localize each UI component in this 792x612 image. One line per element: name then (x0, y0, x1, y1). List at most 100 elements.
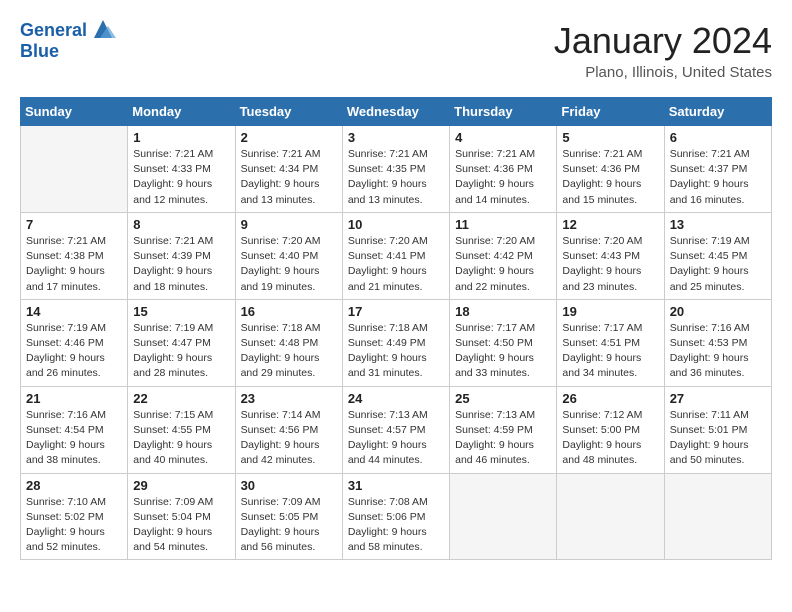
day-number: 4 (455, 130, 551, 145)
calendar-cell: 28Sunrise: 7:10 AMSunset: 5:02 PMDayligh… (21, 473, 128, 560)
day-info: Sunrise: 7:21 AMSunset: 4:36 PMDaylight:… (562, 147, 658, 208)
day-number: 3 (348, 130, 444, 145)
calendar-body: 1 Sunrise: 7:21 AMSunset: 4:33 PMDaylight… (21, 126, 772, 560)
day-number: 5 (562, 130, 658, 145)
weekday-sunday: Sunday (21, 98, 128, 126)
day-info: Sunrise: 7:15 AMSunset: 4:55 PMDaylight:… (133, 408, 229, 469)
day-number: 28 (26, 478, 122, 493)
logo-blue: Blue (20, 42, 116, 62)
calendar-cell (21, 126, 128, 213)
calendar-cell: 14 Sunrise: 7:19 AMSunset: 4:46 PMDayligh… (21, 299, 128, 386)
calendar-cell (450, 473, 557, 560)
day-info: Sunrise: 7:09 AMSunset: 5:05 PMDaylight:… (241, 495, 337, 556)
calendar-cell: 2Sunrise: 7:21 AMSunset: 4:34 PMDaylight… (235, 126, 342, 213)
day-info: Sunrise: 7:21 AMSunset: 4:35 PMDaylight:… (348, 147, 444, 208)
calendar-cell: 16Sunrise: 7:18 AMSunset: 4:48 PMDayligh… (235, 299, 342, 386)
day-number: 23 (241, 391, 337, 406)
day-info: Sunrise: 7:21 AMSunset: 4:39 PMDaylight:… (133, 234, 229, 295)
day-number: 1 (133, 130, 229, 145)
calendar-cell: 9 Sunrise: 7:20 AMSunset: 4:40 PMDaylight… (235, 212, 342, 299)
week-row-2: 7 Sunrise: 7:21 AMSunset: 4:38 PMDaylight… (21, 212, 772, 299)
week-row-1: 1 Sunrise: 7:21 AMSunset: 4:33 PMDaylight… (21, 126, 772, 213)
calendar-cell: 25 Sunrise: 7:13 AMSunset: 4:59 PMDayligh… (450, 386, 557, 473)
day-number: 6 (670, 130, 766, 145)
day-info: Sunrise: 7:18 AMSunset: 4:49 PMDaylight:… (348, 321, 444, 382)
day-number: 9 (241, 217, 337, 232)
calendar-cell: 11Sunrise: 7:20 AMSunset: 4:42 PMDayligh… (450, 212, 557, 299)
weekday-monday: Monday (128, 98, 235, 126)
day-info: Sunrise: 7:21 AMSunset: 4:38 PMDaylight:… (26, 234, 122, 295)
day-number: 11 (455, 217, 551, 232)
day-info: Sunrise: 7:20 AMSunset: 4:41 PMDaylight:… (348, 234, 444, 295)
calendar-cell: 17 Sunrise: 7:18 AMSunset: 4:49 PMDayligh… (342, 299, 449, 386)
calendar-cell: 4Sunrise: 7:21 AMSunset: 4:36 PMDaylight… (450, 126, 557, 213)
day-info: Sunrise: 7:13 AMSunset: 4:57 PMDaylight:… (348, 408, 444, 469)
calendar-cell: 18 Sunrise: 7:17 AMSunset: 4:50 PMDayligh… (450, 299, 557, 386)
week-row-3: 14 Sunrise: 7:19 AMSunset: 4:46 PMDayligh… (21, 299, 772, 386)
day-info: Sunrise: 7:12 AMSunset: 5:00 PMDaylight:… (562, 408, 658, 469)
weekday-friday: Friday (557, 98, 664, 126)
day-info: Sunrise: 7:19 AMSunset: 4:45 PMDaylight:… (670, 234, 766, 295)
week-row-4: 21Sunrise: 7:16 AMSunset: 4:54 PMDayligh… (21, 386, 772, 473)
day-info: Sunrise: 7:14 AMSunset: 4:56 PMDaylight:… (241, 408, 337, 469)
calendar-cell (664, 473, 771, 560)
day-number: 30 (241, 478, 337, 493)
calendar-cell: 1 Sunrise: 7:21 AMSunset: 4:33 PMDaylight… (128, 126, 235, 213)
calendar-cell: 15Sunrise: 7:19 AMSunset: 4:47 PMDayligh… (128, 299, 235, 386)
calendar-cell: 13 Sunrise: 7:19 AMSunset: 4:45 PMDayligh… (664, 212, 771, 299)
calendar-cell (557, 473, 664, 560)
day-number: 27 (670, 391, 766, 406)
title-block: January 2024 Plano, Illinois, United Sta… (554, 20, 772, 81)
day-info: Sunrise: 7:19 AMSunset: 4:47 PMDaylight:… (133, 321, 229, 382)
calendar-cell: 19Sunrise: 7:17 AMSunset: 4:51 PMDayligh… (557, 299, 664, 386)
day-info: Sunrise: 7:17 AMSunset: 4:50 PMDaylight:… (455, 321, 551, 382)
day-number: 29 (133, 478, 229, 493)
calendar-cell: 29 Sunrise: 7:09 AMSunset: 5:04 PMDayligh… (128, 473, 235, 560)
day-number: 25 (455, 391, 551, 406)
day-info: Sunrise: 7:16 AMSunset: 4:53 PMDaylight:… (670, 321, 766, 382)
day-info: Sunrise: 7:09 AMSunset: 5:04 PMDaylight:… (133, 495, 229, 556)
day-number: 14 (26, 304, 122, 319)
calendar-cell: 22 Sunrise: 7:15 AMSunset: 4:55 PMDayligh… (128, 386, 235, 473)
day-number: 31 (348, 478, 444, 493)
weekday-wednesday: Wednesday (342, 98, 449, 126)
calendar-cell: 26 Sunrise: 7:12 AMSunset: 5:00 PMDayligh… (557, 386, 664, 473)
calendar-cell: 24Sunrise: 7:13 AMSunset: 4:57 PMDayligh… (342, 386, 449, 473)
calendar-cell: 20Sunrise: 7:16 AMSunset: 4:53 PMDayligh… (664, 299, 771, 386)
calendar-cell: 10Sunrise: 7:20 AMSunset: 4:41 PMDayligh… (342, 212, 449, 299)
calendar-cell: 30 Sunrise: 7:09 AMSunset: 5:05 PMDayligh… (235, 473, 342, 560)
calendar-cell: 31Sunrise: 7:08 AMSunset: 5:06 PMDayligh… (342, 473, 449, 560)
calendar-cell: 3 Sunrise: 7:21 AMSunset: 4:35 PMDaylight… (342, 126, 449, 213)
calendar-cell: 27Sunrise: 7:11 AMSunset: 5:01 PMDayligh… (664, 386, 771, 473)
day-number: 12 (562, 217, 658, 232)
day-number: 2 (241, 130, 337, 145)
day-info: Sunrise: 7:21 AMSunset: 4:37 PMDaylight:… (670, 147, 766, 208)
day-info: Sunrise: 7:18 AMSunset: 4:48 PMDaylight:… (241, 321, 337, 382)
weekday-saturday: Saturday (664, 98, 771, 126)
day-info: Sunrise: 7:16 AMSunset: 4:54 PMDaylight:… (26, 408, 122, 469)
day-number: 26 (562, 391, 658, 406)
day-number: 7 (26, 217, 122, 232)
calendar-table: SundayMondayTuesdayWednesdayThursdayFrid… (20, 97, 772, 560)
calendar-cell: 7 Sunrise: 7:21 AMSunset: 4:38 PMDaylight… (21, 212, 128, 299)
month-title: January 2024 (554, 20, 772, 62)
calendar-cell: 6 Sunrise: 7:21 AMSunset: 4:37 PMDaylight… (664, 126, 771, 213)
logo: General Blue (20, 20, 116, 62)
day-number: 22 (133, 391, 229, 406)
day-number: 19 (562, 304, 658, 319)
weekday-header-row: SundayMondayTuesdayWednesdayThursdayFrid… (21, 98, 772, 126)
day-number: 13 (670, 217, 766, 232)
week-row-5: 28Sunrise: 7:10 AMSunset: 5:02 PMDayligh… (21, 473, 772, 560)
weekday-thursday: Thursday (450, 98, 557, 126)
location: Plano, Illinois, United States (554, 64, 772, 81)
day-info: Sunrise: 7:19 AMSunset: 4:46 PMDaylight:… (26, 321, 122, 382)
day-info: Sunrise: 7:21 AMSunset: 4:33 PMDaylight:… (133, 147, 229, 208)
calendar-cell: 21Sunrise: 7:16 AMSunset: 4:54 PMDayligh… (21, 386, 128, 473)
calendar-cell: 23 Sunrise: 7:14 AMSunset: 4:56 PMDayligh… (235, 386, 342, 473)
logo-icon (90, 16, 116, 42)
day-number: 17 (348, 304, 444, 319)
day-info: Sunrise: 7:13 AMSunset: 4:59 PMDaylight:… (455, 408, 551, 469)
day-info: Sunrise: 7:20 AMSunset: 4:40 PMDaylight:… (241, 234, 337, 295)
calendar-cell: 8Sunrise: 7:21 AMSunset: 4:39 PMDaylight… (128, 212, 235, 299)
day-number: 18 (455, 304, 551, 319)
